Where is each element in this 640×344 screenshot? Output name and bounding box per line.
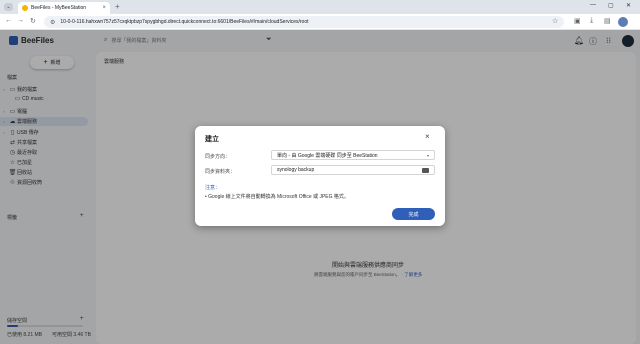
create-dialog: 建立 × 同步方向： 單向 - 由 Google 雲端硬碟 同步至 BeeSta… [195, 126, 445, 226]
sync-folder-label: 同步資料夾： [205, 169, 236, 175]
address-bar[interactable]: ⚙ 10-0-0-116.hahxwn757z57cxqktpbzp7spygb… [44, 16, 564, 28]
browser-tab[interactable]: BeeFiles - MyBeeStation × [18, 2, 110, 14]
new-tab-button[interactable]: + [115, 2, 120, 11]
browser-toolbar: ← → ↻ ⚙ 10-0-0-116.hahxwn757z57cxqktpbzp… [0, 14, 640, 30]
minimize-button[interactable]: — [590, 2, 596, 8]
sync-direction-value: 單向 - 由 Google 雲端硬碟 同步至 BeeStation [277, 152, 378, 159]
window-close-button[interactable]: ✕ [626, 2, 631, 9]
sync-folder-value: synology backup [277, 167, 315, 173]
done-button[interactable]: 完成 [392, 208, 435, 220]
extensions-icon[interactable]: ▣ [574, 17, 581, 25]
maximize-button[interactable]: ▢ [608, 2, 614, 9]
download-icon[interactable]: ⤓ [590, 17, 593, 25]
forward-icon[interactable]: → [17, 17, 24, 24]
note-item: • Google 線上文件將自動轉換為 Microsoft Office 或 J… [205, 194, 349, 200]
dialog-title: 建立 [205, 136, 219, 143]
tab-title: BeeFiles - MyBeeStation [31, 5, 87, 11]
sync-direction-select[interactable]: 單向 - 由 Google 雲端硬碟 同步至 BeeStation ▾ [271, 150, 435, 160]
folder-icon[interactable] [422, 167, 429, 173]
note-text: Google 線上文件將自動轉換為 Microsoft Office 或 JPE… [208, 194, 349, 200]
browser-tab-strip: ⌄ BeeFiles - MyBeeStation × + — ▢ ✕ [0, 0, 640, 14]
address-url: 10-0-0-116.hahxwn757z57cxqktpbzp7spygbhg… [60, 19, 309, 25]
reload-icon[interactable]: ↻ [30, 17, 36, 25]
back-icon[interactable]: ← [5, 17, 12, 24]
bookmark-star-icon[interactable]: ☆ [552, 17, 558, 25]
site-info-icon[interactable]: ⚙ [50, 19, 55, 26]
tab-close-button[interactable]: × [102, 5, 106, 11]
profile-avatar[interactable] [618, 17, 628, 27]
note-heading: 注意： [205, 185, 221, 191]
sync-direction-label: 同步方向： [205, 154, 231, 160]
sidepanel-icon[interactable]: ▤ [604, 17, 611, 25]
sync-folder-field[interactable]: synology backup [271, 165, 435, 175]
favicon-icon [22, 5, 28, 11]
close-icon[interactable]: × [425, 132, 430, 141]
chevron-down-icon: ▾ [426, 152, 429, 158]
tab-list-button[interactable]: ⌄ [4, 3, 13, 11]
